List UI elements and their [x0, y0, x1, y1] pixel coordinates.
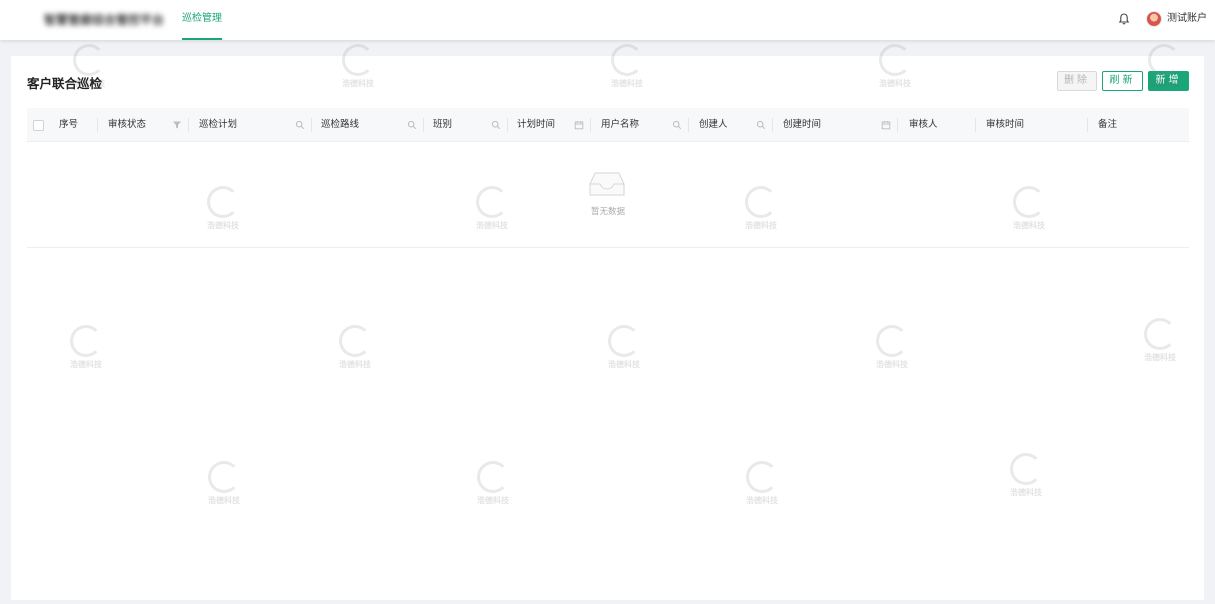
brand-name: 智慧管廊综合管控平台 — [44, 13, 165, 27]
filter-icon[interactable] — [172, 120, 182, 130]
column-header-review-time: 审核时间 — [986, 119, 1025, 130]
empty-inbox-icon — [589, 172, 625, 196]
column-header-remarks: 备注 — [1098, 119, 1118, 130]
delete-button[interactable]: 删除 — [1057, 71, 1097, 91]
column-header-planned-time: 计划时间 — [517, 119, 556, 130]
table-bottom-border — [27, 247, 1189, 248]
bell-icon[interactable] — [1117, 12, 1131, 26]
column-header-creator: 创建人 — [699, 119, 728, 130]
main-content-card: 客户联合巡检 删除 刷新 新增 序号 审核状态 巡检计划 巡检路线 班别 计划时… — [11, 56, 1204, 600]
column-divider — [772, 118, 773, 132]
column-divider — [423, 118, 424, 132]
column-header-inspection-plan: 巡检计划 — [199, 119, 238, 130]
column-divider — [311, 118, 312, 132]
user-account-name[interactable]: 测试账户 — [1167, 12, 1207, 26]
column-divider — [1087, 118, 1088, 132]
page-title: 客户联合巡检 — [27, 76, 103, 91]
empty-state-text: 暂无数据 — [590, 207, 625, 217]
search-icon[interactable] — [491, 120, 501, 130]
table-header: 序号 审核状态 巡检计划 巡检路线 班别 计划时间 用户名称 创建人 创建时间 … — [27, 108, 1189, 142]
column-header-index: 序号 — [59, 119, 79, 130]
column-divider — [688, 118, 689, 132]
calendar-icon[interactable] — [574, 120, 584, 130]
column-divider — [97, 118, 98, 132]
avatar[interactable] — [1146, 11, 1162, 27]
column-divider — [188, 118, 189, 132]
column-divider — [590, 118, 591, 132]
top-navigation-bar: 智慧管廊综合管控平台 巡检管理 测试账户 — [0, 0, 1215, 40]
column-header-user-name: 用户名称 — [601, 119, 640, 130]
search-icon[interactable] — [295, 120, 305, 130]
column-divider — [507, 118, 508, 132]
column-header-shift: 班别 — [433, 119, 453, 130]
select-all-checkbox[interactable] — [33, 120, 44, 131]
calendar-icon[interactable] — [881, 120, 891, 130]
refresh-button[interactable]: 刷新 — [1102, 71, 1143, 91]
add-button[interactable]: 新增 — [1148, 71, 1189, 91]
column-divider — [897, 118, 898, 132]
search-icon[interactable] — [756, 120, 766, 130]
nav-tab-inspection-management[interactable]: 巡检管理 — [182, 0, 222, 40]
column-header-inspection-route: 巡检路线 — [321, 119, 360, 130]
column-header-reviewer: 审核人 — [909, 119, 938, 130]
column-header-created-time: 创建时间 — [783, 119, 822, 130]
search-icon[interactable] — [407, 120, 417, 130]
column-divider — [975, 118, 976, 132]
search-icon[interactable] — [672, 120, 682, 130]
column-header-review-status: 审核状态 — [108, 119, 147, 130]
